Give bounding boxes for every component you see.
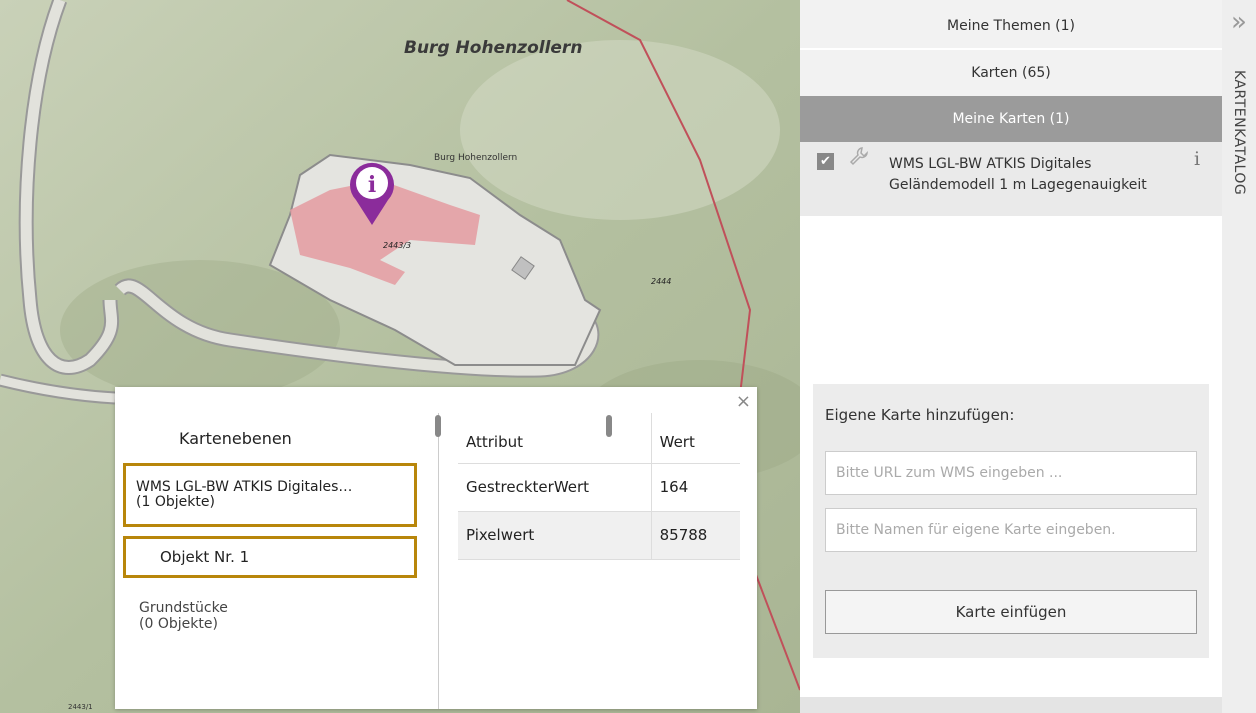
map-view[interactable]: i Burg Hohenzollern Burg Hohenzollern 24… xyxy=(0,0,800,713)
map-label-parcel: 2443/1 xyxy=(68,703,93,711)
attr-cell: Pixelwert xyxy=(458,511,652,560)
popup-divider xyxy=(438,413,439,709)
value-cell: 85788 xyxy=(650,511,740,560)
catalog-label[interactable]: KARTENKATALOG xyxy=(1231,70,1247,195)
tab-karten[interactable]: Karten (65) xyxy=(800,50,1222,96)
feature-info-popup: × Kartenebenen WMS LGL-BW ATKIS Digitale… xyxy=(115,387,757,709)
map-label-burg-small: Burg Hohenzollern xyxy=(434,153,518,163)
map-label-parcel: 2443/3 xyxy=(383,241,412,250)
map-label-parcel: 2444 xyxy=(651,277,672,286)
layer-item-wms[interactable]: WMS LGL-BW ATKIS Digitales… (1 Objekte) xyxy=(123,463,417,527)
map-label-burg: Burg Hohenzollern xyxy=(404,38,583,58)
map-name-input[interactable] xyxy=(825,508,1197,552)
tab-meine-karten[interactable]: Meine Karten (1) xyxy=(800,96,1222,142)
info-icon[interactable]: i xyxy=(1194,148,1200,170)
attr-cell: GestreckterWert xyxy=(458,463,652,512)
layer-object-item[interactable]: Objekt Nr. 1 xyxy=(123,536,417,578)
panel-bottom-strip xyxy=(800,697,1222,713)
wrench-icon-svg xyxy=(849,147,868,166)
tab-meine-themen[interactable]: Meine Themen (1) xyxy=(800,0,1222,50)
catalog-sidebar: » KARTENKATALOG xyxy=(1222,0,1256,713)
layers-header: Kartenebenen xyxy=(179,429,292,448)
layer-name: Grundstücke xyxy=(139,600,228,616)
attribute-table: Attribut Wert GestreckterWert 164 Pixelw… xyxy=(458,413,740,560)
visibility-checkbox[interactable]: ✔ xyxy=(817,153,834,170)
layer-count: (1 Objekte) xyxy=(136,494,215,510)
column-header-attribut[interactable]: Attribut xyxy=(458,413,652,464)
layer-count: (0 Objekte) xyxy=(139,616,218,632)
close-icon[interactable]: × xyxy=(736,393,751,411)
add-map-heading: Eigene Karte hinzufügen: xyxy=(825,406,1015,424)
wrench-icon[interactable] xyxy=(849,146,869,171)
wms-url-input[interactable] xyxy=(825,451,1197,495)
add-map-form: Eigene Karte hinzufügen: Karte einfügen xyxy=(813,384,1209,658)
collapse-icon[interactable]: » xyxy=(1222,4,1256,40)
map-item-title: WMS LGL-BW ATKIS Digitales Geländemodell… xyxy=(889,156,1147,193)
value-cell: 164 xyxy=(650,463,740,512)
layer-name: WMS LGL-BW ATKIS Digitales… xyxy=(136,479,353,495)
column-header-wert[interactable]: Wert xyxy=(650,413,740,464)
my-map-item: ✔ WMS LGL-BW ATKIS Digitales Geländemode… xyxy=(800,142,1222,216)
table-row: Pixelwert 85788 xyxy=(458,511,740,560)
pane-splitter-handle[interactable] xyxy=(435,415,441,437)
layer-item-grundstuecke[interactable]: Grundstücke (0 Objekte) xyxy=(139,600,228,632)
map-catalog-panel: Meine Themen (1) Karten (65) Meine Karte… xyxy=(800,0,1222,713)
insert-map-button[interactable]: Karte einfügen xyxy=(825,590,1197,634)
table-row: GestreckterWert 164 xyxy=(458,463,740,512)
svg-text:i: i xyxy=(368,172,376,198)
